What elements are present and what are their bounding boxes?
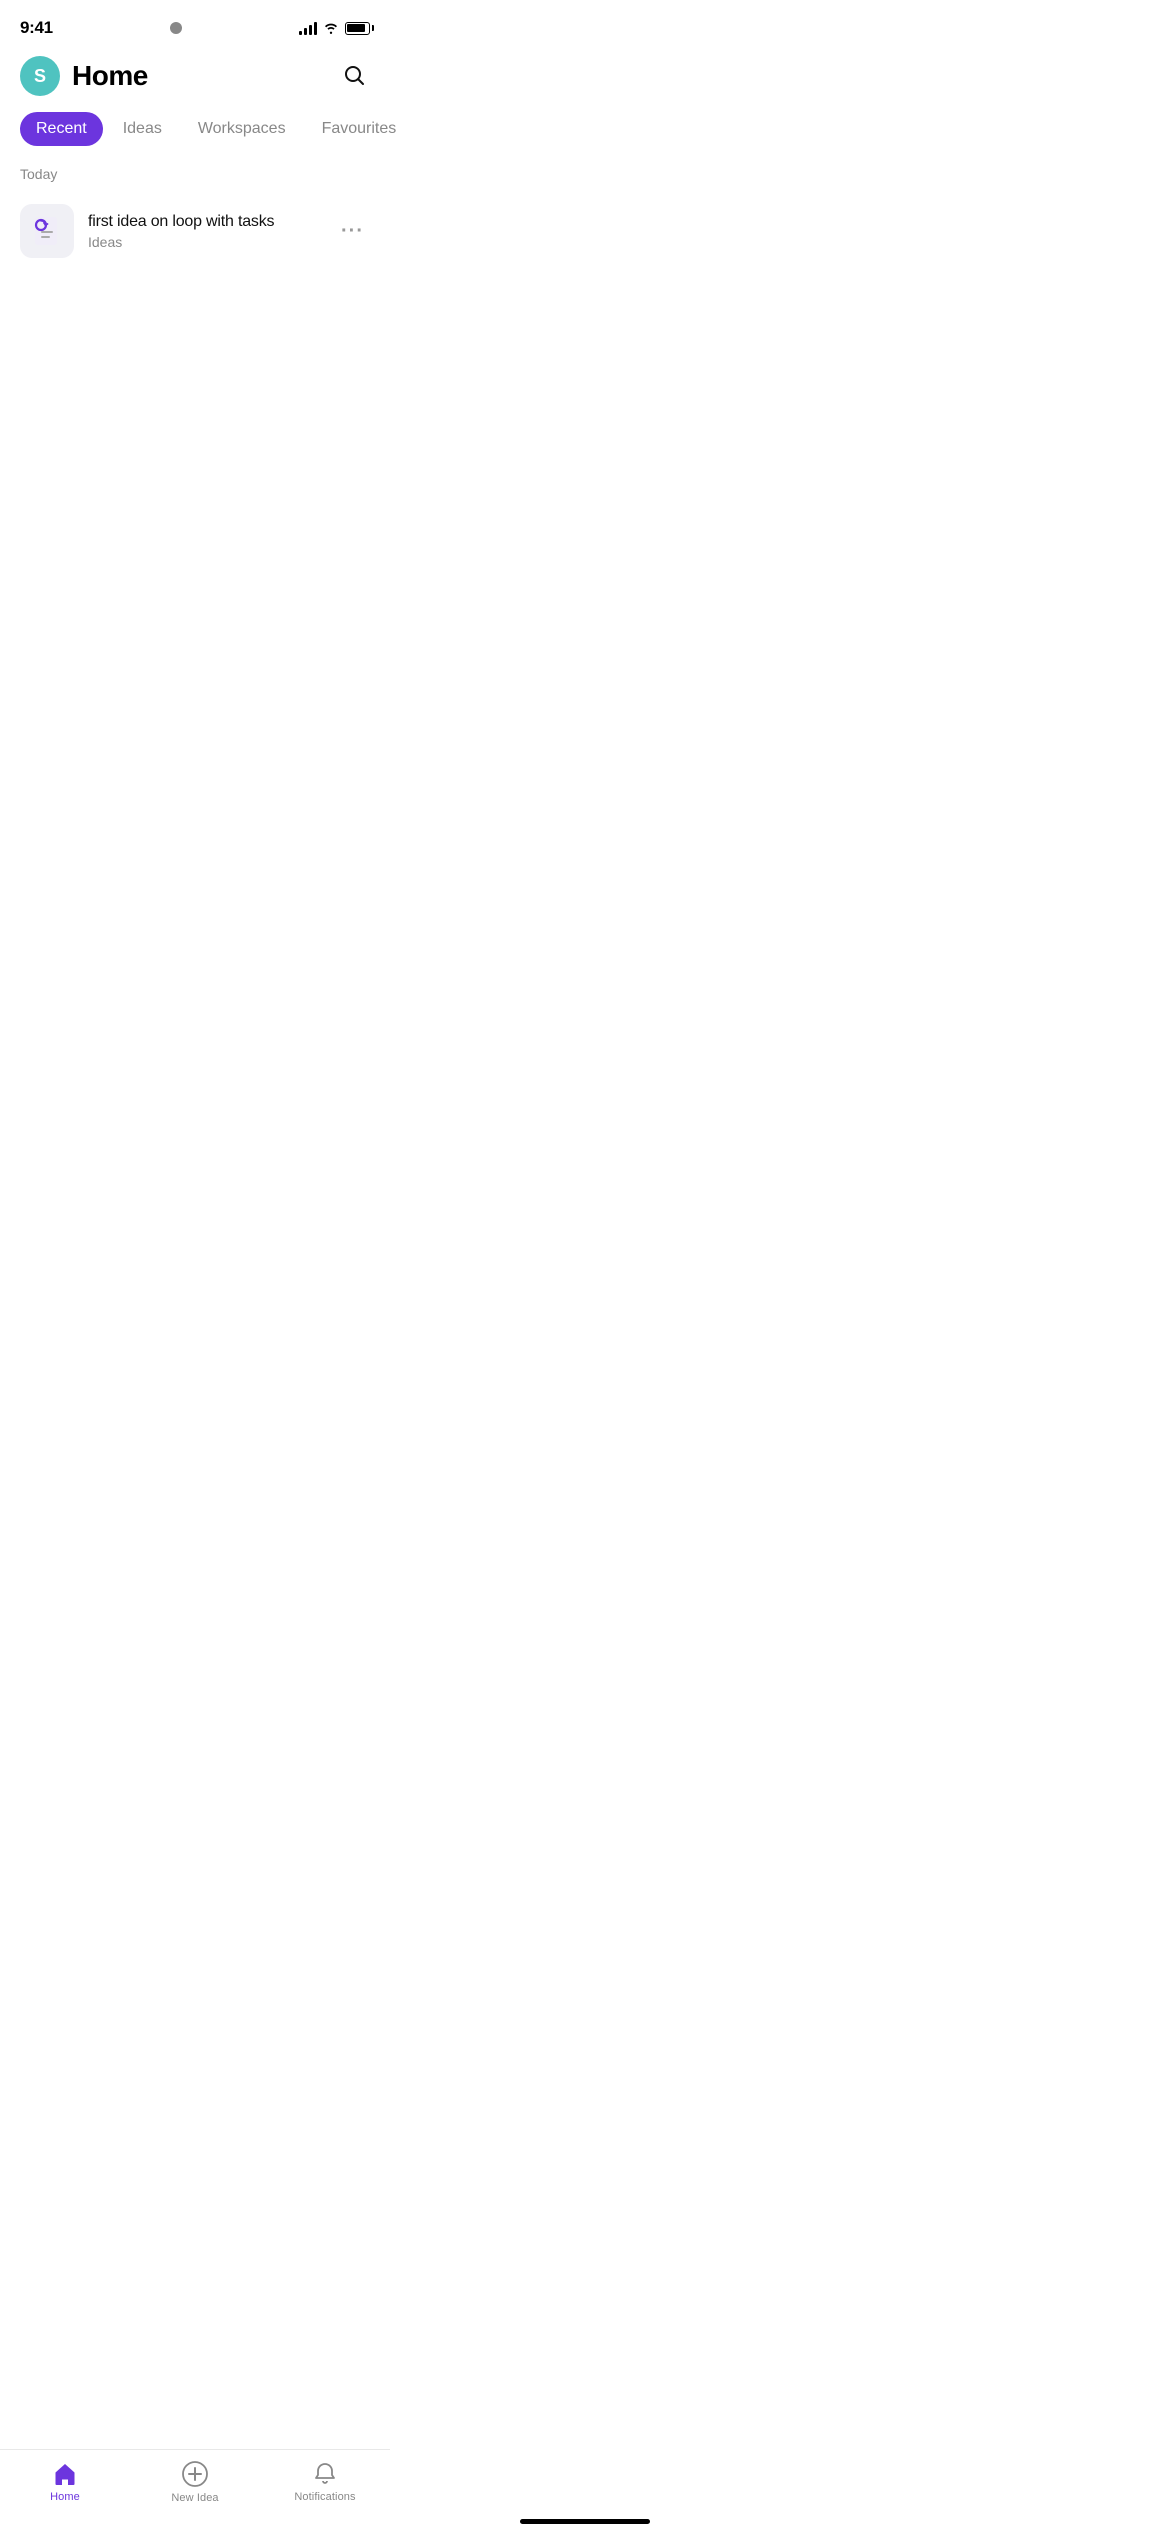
status-icons [299, 21, 370, 35]
page-title: Home [72, 60, 148, 92]
home-indicator [520, 2519, 650, 2524]
search-button[interactable] [338, 59, 370, 94]
nav-new-idea[interactable]: New Idea [130, 2460, 260, 2504]
battery-icon [345, 22, 370, 35]
nav-home[interactable]: Home [0, 2461, 130, 2503]
status-time: 9:41 [20, 18, 53, 38]
nav-new-idea-label: New Idea [171, 2492, 218, 2504]
nav-notifications-label: Notifications [294, 2491, 355, 2503]
idea-file-icon [29, 213, 65, 249]
new-idea-icon [181, 2460, 209, 2488]
status-bar: 9:41 [0, 0, 390, 48]
item-title: first idea on loop with tasks [88, 213, 335, 231]
search-icon [342, 63, 366, 87]
avatar[interactable]: S [20, 56, 60, 96]
header-left: S Home [20, 56, 148, 96]
signal-icon [299, 21, 317, 35]
tab-recent[interactable]: Recent [20, 112, 103, 146]
item-subtitle: Ideas [88, 234, 335, 250]
item-icon [20, 204, 74, 258]
camera-dot [170, 22, 182, 34]
notifications-icon [312, 2461, 338, 2487]
item-more-button[interactable]: ··· [335, 214, 370, 249]
tabs-bar: Recent Ideas Workspaces Favourites [0, 112, 390, 146]
wifi-icon [323, 22, 339, 34]
bottom-nav: Home New Idea Notifications [0, 2449, 390, 2532]
home-icon [52, 2461, 78, 2487]
nav-home-label: Home [50, 2491, 80, 2503]
item-info: first idea on loop with tasks Ideas [88, 213, 335, 250]
list-item[interactable]: first idea on loop with tasks Ideas ··· [0, 194, 390, 268]
tab-ideas[interactable]: Ideas [107, 112, 178, 146]
section-today: Today [0, 166, 390, 182]
tab-favourites[interactable]: Favourites [306, 112, 413, 146]
tab-workspaces[interactable]: Workspaces [182, 112, 302, 146]
header: S Home [0, 48, 390, 112]
nav-notifications[interactable]: Notifications [260, 2461, 390, 2503]
